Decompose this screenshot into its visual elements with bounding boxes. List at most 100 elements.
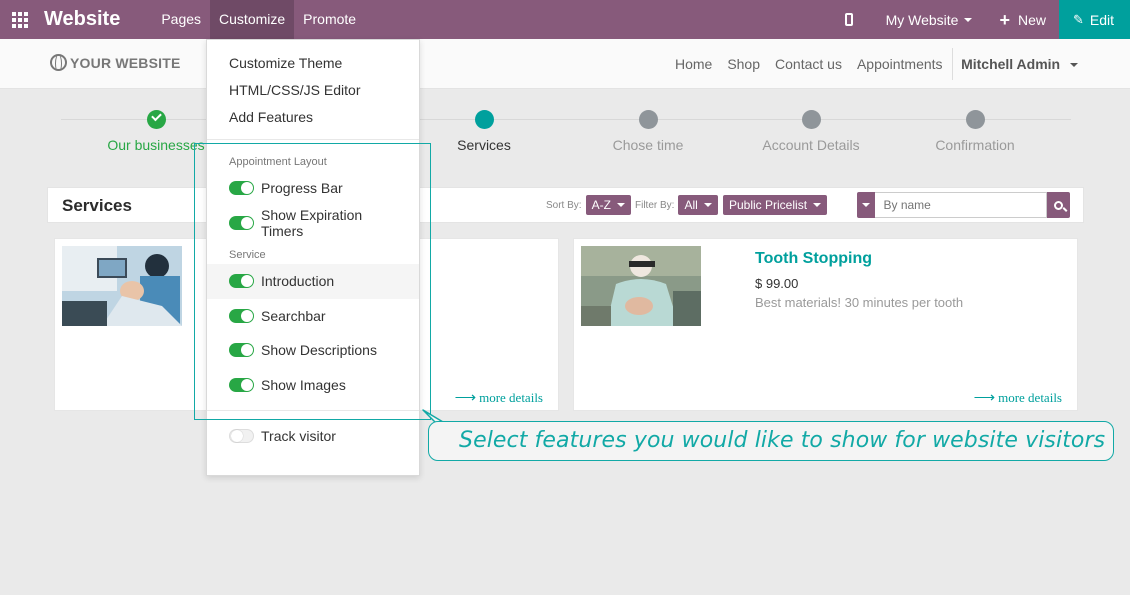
toggle-show-images[interactable]: Show Images [207,368,419,403]
filter-by-value: All [684,198,698,212]
service-card[interactable]: Tooth Stopping $ 99.00 Best materials! 3… [573,238,1078,411]
toggle-label: Show Expiration Timers [261,206,363,239]
group-heading: Appointment Layout [229,156,327,168]
toggle-introduction[interactable]: Introduction [207,264,419,299]
step-dot-icon [638,110,658,129]
search-button[interactable] [1047,192,1070,218]
toggle-switch-icon[interactable] [229,377,254,392]
apps-menu-button[interactable] [2,0,38,39]
logo-text: YOUR WEBSITE [70,54,181,71]
edit-button[interactable]: ✎ Edit [1058,0,1130,39]
pricelist-value: Public Pricelist [729,198,808,212]
toggle-label: Show Images [261,376,346,393]
chevron-down-icon [703,203,712,207]
step-current-dot-icon [474,110,494,129]
menu-promote[interactable]: Promote [294,0,365,39]
chevron-down-icon [964,17,973,22]
chevron-down-icon [862,203,871,207]
toggle-show-expiration-timers[interactable]: Show Expiration Timers [207,206,419,241]
toggle-switch-icon[interactable] [229,181,254,196]
menu-pages[interactable]: Pages [152,0,210,39]
toggle-label: Show Descriptions [261,342,377,359]
filter-by-dropdown[interactable]: All [678,195,718,215]
new-button[interactable]: + New [987,0,1059,39]
more-details-link[interactable]: ⟶ more details [455,388,543,407]
toggle-switch-icon[interactable] [229,429,254,444]
top-menu: Pages Customize Promote [152,0,365,39]
toggle-switch-icon[interactable] [229,343,254,358]
step-label: Account Details [762,137,860,153]
website-selector[interactable]: My Website [873,0,988,39]
step-confirmation: Confirmation [895,110,1055,153]
menu-html-css-js-editor[interactable]: HTML/CSS/JS Editor [207,77,419,104]
website-logo[interactable]: YOUR WEBSITE [50,54,181,71]
menu-divider [207,410,419,411]
sort-by-dropdown[interactable]: A-Z [585,195,631,215]
step-services: Services [404,110,564,153]
toggle-label: Progress Bar [261,180,343,197]
top-navbar: Website Pages Customize Promote My Websi… [0,0,1130,39]
globe-icon [50,54,67,71]
nav-appointments[interactable]: Appointments [849,56,950,72]
chevron-down-icon [616,203,625,207]
menu-add-features[interactable]: Add Features [207,104,419,131]
callout-text: Select features you would like to show f… [459,428,1106,453]
toggle-label: Track visitor [261,428,336,445]
service-search [857,192,1070,218]
filter-by-label: Filter By: [635,199,675,211]
mobile-phone-icon [844,13,853,26]
toggle-label: Searchbar [261,307,326,324]
service-image [62,246,182,326]
user-menu[interactable]: Mitchell Admin [953,56,1078,72]
pricelist-dropdown[interactable]: Public Pricelist [723,195,828,215]
tooltip-callout: Select features you would like to show f… [428,421,1114,461]
more-details-label: more details [479,390,543,405]
grid-icon [12,11,28,28]
step-chose-time: Chose time [568,110,728,153]
service-description: Best materials! 30 minutes per tooth [755,295,964,310]
website-header: YOUR WEBSITE Home Shop Contact us Appoin… [0,39,1130,89]
edit-button-label: Edit [1089,11,1114,28]
toggle-switch-icon[interactable] [229,274,254,289]
chevron-down-icon [813,203,822,207]
toggle-track-visitor[interactable]: Track visitor [207,419,419,454]
menu-customize[interactable]: Customize [210,0,295,39]
nav-contact-us[interactable]: Contact us [768,56,850,72]
chevron-down-icon [1070,63,1078,68]
service-price: $ 99.00 [755,276,799,291]
more-details-link[interactable]: ⟶ more details [974,388,1062,407]
services-title: Services [62,196,132,215]
step-dot-icon [801,110,821,129]
website-nav: Home Shop Contact us Appointments Mitche… [667,39,1078,89]
toggle-switch-icon[interactable] [229,308,254,323]
nav-home[interactable]: Home [667,56,719,72]
plus-icon: + [999,9,1010,30]
sort-by-control: Sort By: A-Z [546,195,631,215]
service-name[interactable]: Tooth Stopping [755,250,872,268]
group-heading: Service [229,249,266,261]
website-selector-label: My Website [885,11,959,28]
pricelist-control: Public Pricelist [723,195,828,215]
toggle-searchbar[interactable]: Searchbar [207,299,419,334]
toggle-show-descriptions[interactable]: Show Descriptions [207,333,419,368]
toggle-label: Introduction [261,273,335,290]
step-label: Chose time [612,137,684,153]
step-dot-icon [965,110,985,129]
service-image [581,246,701,326]
step-done-check-icon [146,110,166,129]
arrow-right-icon: ⟶ [973,390,996,406]
search-input[interactable] [875,192,1048,218]
search-icon [1054,200,1064,210]
app-brand[interactable]: Website [44,8,120,31]
search-options-dropdown[interactable] [857,192,876,218]
new-button-label: New [1017,11,1046,28]
toggle-progress-bar[interactable]: Progress Bar [207,171,419,206]
user-name: Mitchell Admin [961,56,1061,72]
step-label: Confirmation [935,137,1015,153]
menu-customize-theme[interactable]: Customize Theme [207,50,419,77]
more-details-label: more details [998,390,1062,405]
sort-by-value: A-Z [591,198,611,212]
toggle-switch-icon[interactable] [229,215,254,230]
mobile-preview-button[interactable] [832,0,873,39]
nav-shop[interactable]: Shop [720,56,768,72]
